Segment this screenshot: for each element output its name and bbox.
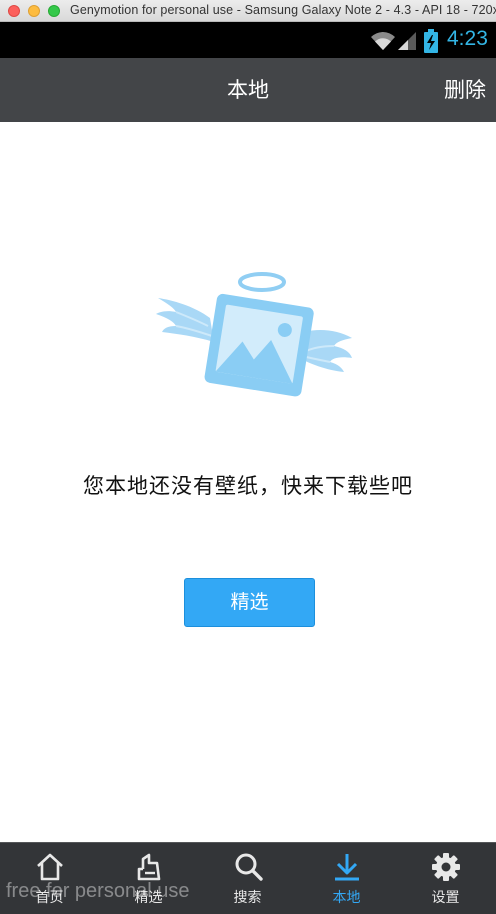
- app-header: 本地 删除: [0, 58, 496, 122]
- bottom-tab-bar: 首页 精选 搜索 本地 设置: [0, 842, 496, 914]
- tab-settings-label: 设置: [431, 890, 460, 906]
- featured-icon: [137, 853, 161, 881]
- search-icon: [235, 853, 263, 881]
- android-status-bar: 4:23: [0, 22, 496, 58]
- angel-picture-icon: [156, 272, 352, 397]
- window-maximize-button[interactable]: [48, 5, 60, 17]
- go-featured-button[interactable]: 精选: [184, 578, 315, 627]
- home-icon: [37, 853, 63, 881]
- tab-settings[interactable]: 设置: [396, 843, 495, 914]
- emulator-window: Genymotion for personal use - Samsung Ga…: [0, 0, 496, 914]
- tab-home-label: 首页: [35, 890, 64, 906]
- wifi-icon: [371, 32, 395, 50]
- battery-charging-icon: [424, 29, 438, 53]
- empty-state-message: 您本地还没有壁纸，快来下载些吧: [83, 474, 413, 498]
- status-clock: 4:23: [447, 27, 488, 50]
- download-icon: [335, 854, 359, 881]
- page-title: 本地: [227, 78, 269, 102]
- tab-featured[interactable]: 精选: [99, 843, 198, 914]
- tab-local[interactable]: 本地: [297, 843, 396, 914]
- gear-icon: [432, 853, 460, 881]
- tab-home[interactable]: 首页: [0, 843, 99, 914]
- tab-local-label: 本地: [332, 890, 361, 906]
- signal-icon: [398, 32, 416, 50]
- window-close-button[interactable]: [8, 5, 20, 17]
- tab-featured-label: 精选: [134, 890, 163, 906]
- window-minimize-button[interactable]: [28, 5, 40, 17]
- tab-search[interactable]: 搜索: [198, 843, 297, 914]
- delete-button[interactable]: 删除: [444, 58, 486, 122]
- window-title: Genymotion for personal use - Samsung Ga…: [70, 3, 496, 17]
- tab-search-label: 搜索: [233, 890, 262, 906]
- window-title-bar: Genymotion for personal use - Samsung Ga…: [0, 0, 496, 22]
